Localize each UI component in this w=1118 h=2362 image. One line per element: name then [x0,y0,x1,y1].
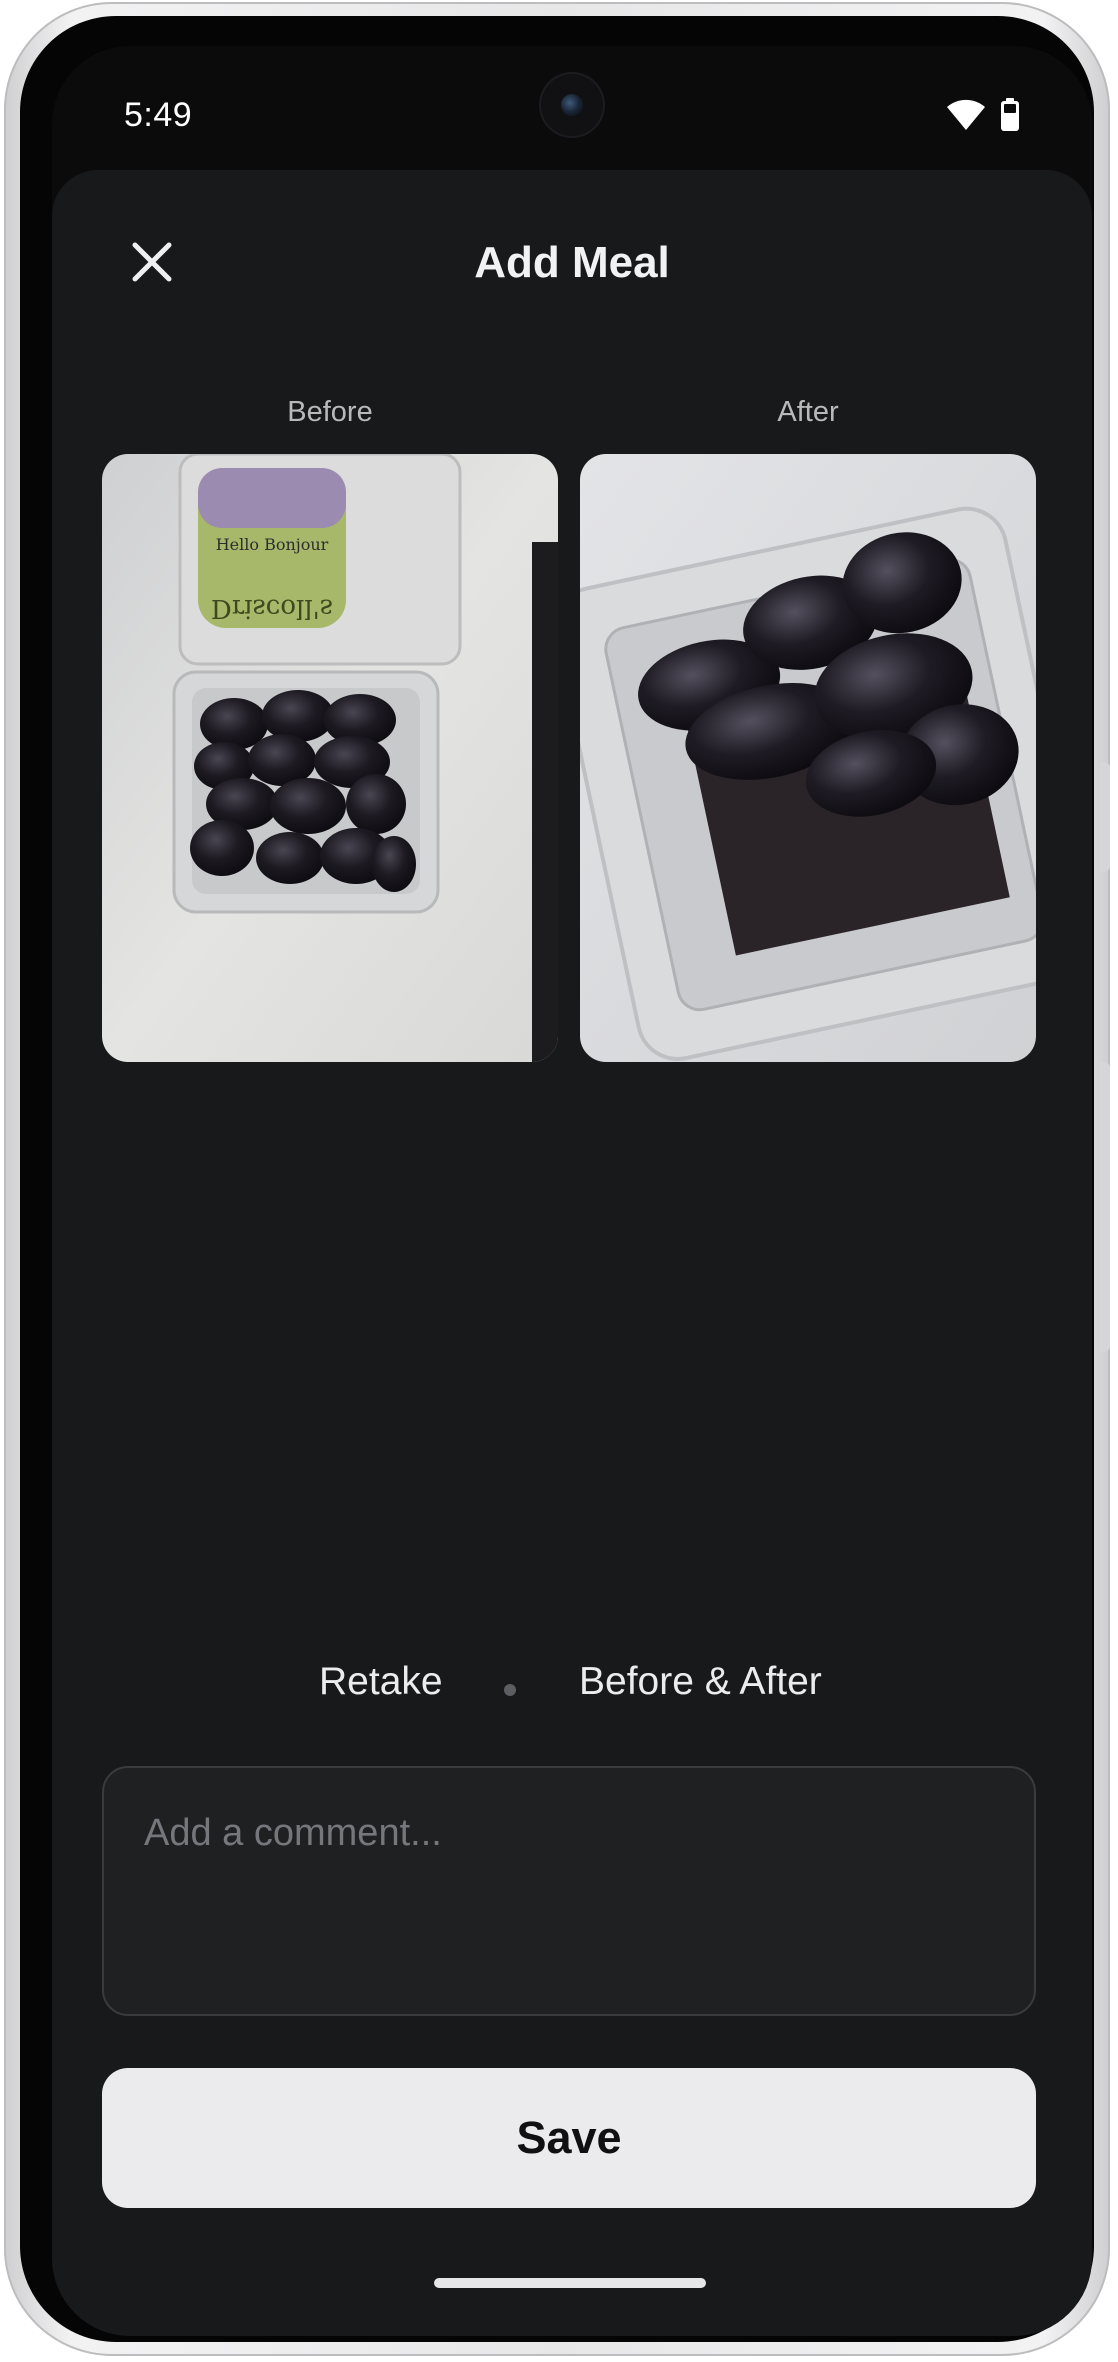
before-after-button[interactable]: Before & After [579,1660,822,1704]
add-meal-sheet: Add Meal Before After Hello Bonjour Dris… [52,170,1092,2336]
separator-dot [504,1684,516,1696]
retake-button[interactable]: Retake [319,1660,443,1704]
volume-button [1100,1062,1110,1352]
status-icons [946,98,1020,137]
phone-frame: 5:49 Add Meal Before After Hello Bonjour… [4,2,1110,2356]
before-label: Before [287,396,373,428]
phone-bezel: 5:49 Add Meal Before After Hello Bonjour… [20,16,1094,2342]
header: Add Meal [52,170,1092,330]
comment-input[interactable]: Add a comment... [102,1766,1036,2016]
before-photo[interactable]: Hello Bonjour Driscoll's [102,454,558,1062]
status-time: 5:49 [124,96,193,134]
screen: 5:49 Add Meal Before After Hello Bonjour… [52,46,1092,2336]
status-bar: 5:49 [52,46,1092,166]
wifi-icon [946,99,986,136]
after-photo[interactable] [580,454,1036,1062]
photo-actions: Retake Before & After [52,1660,1092,1720]
front-camera [541,74,603,136]
after-label: After [777,396,839,428]
home-indicator[interactable] [434,2278,706,2288]
comment-placeholder: Add a comment... [144,1812,442,1854]
battery-icon [1000,98,1020,137]
page-title: Add Meal [474,238,670,287]
svg-text:Driscoll's: Driscoll's [211,593,333,623]
save-button[interactable]: Save [102,2068,1036,2208]
side-button [1100,762,1110,872]
svg-text:Hello Bonjour: Hello Bonjour [216,535,329,554]
